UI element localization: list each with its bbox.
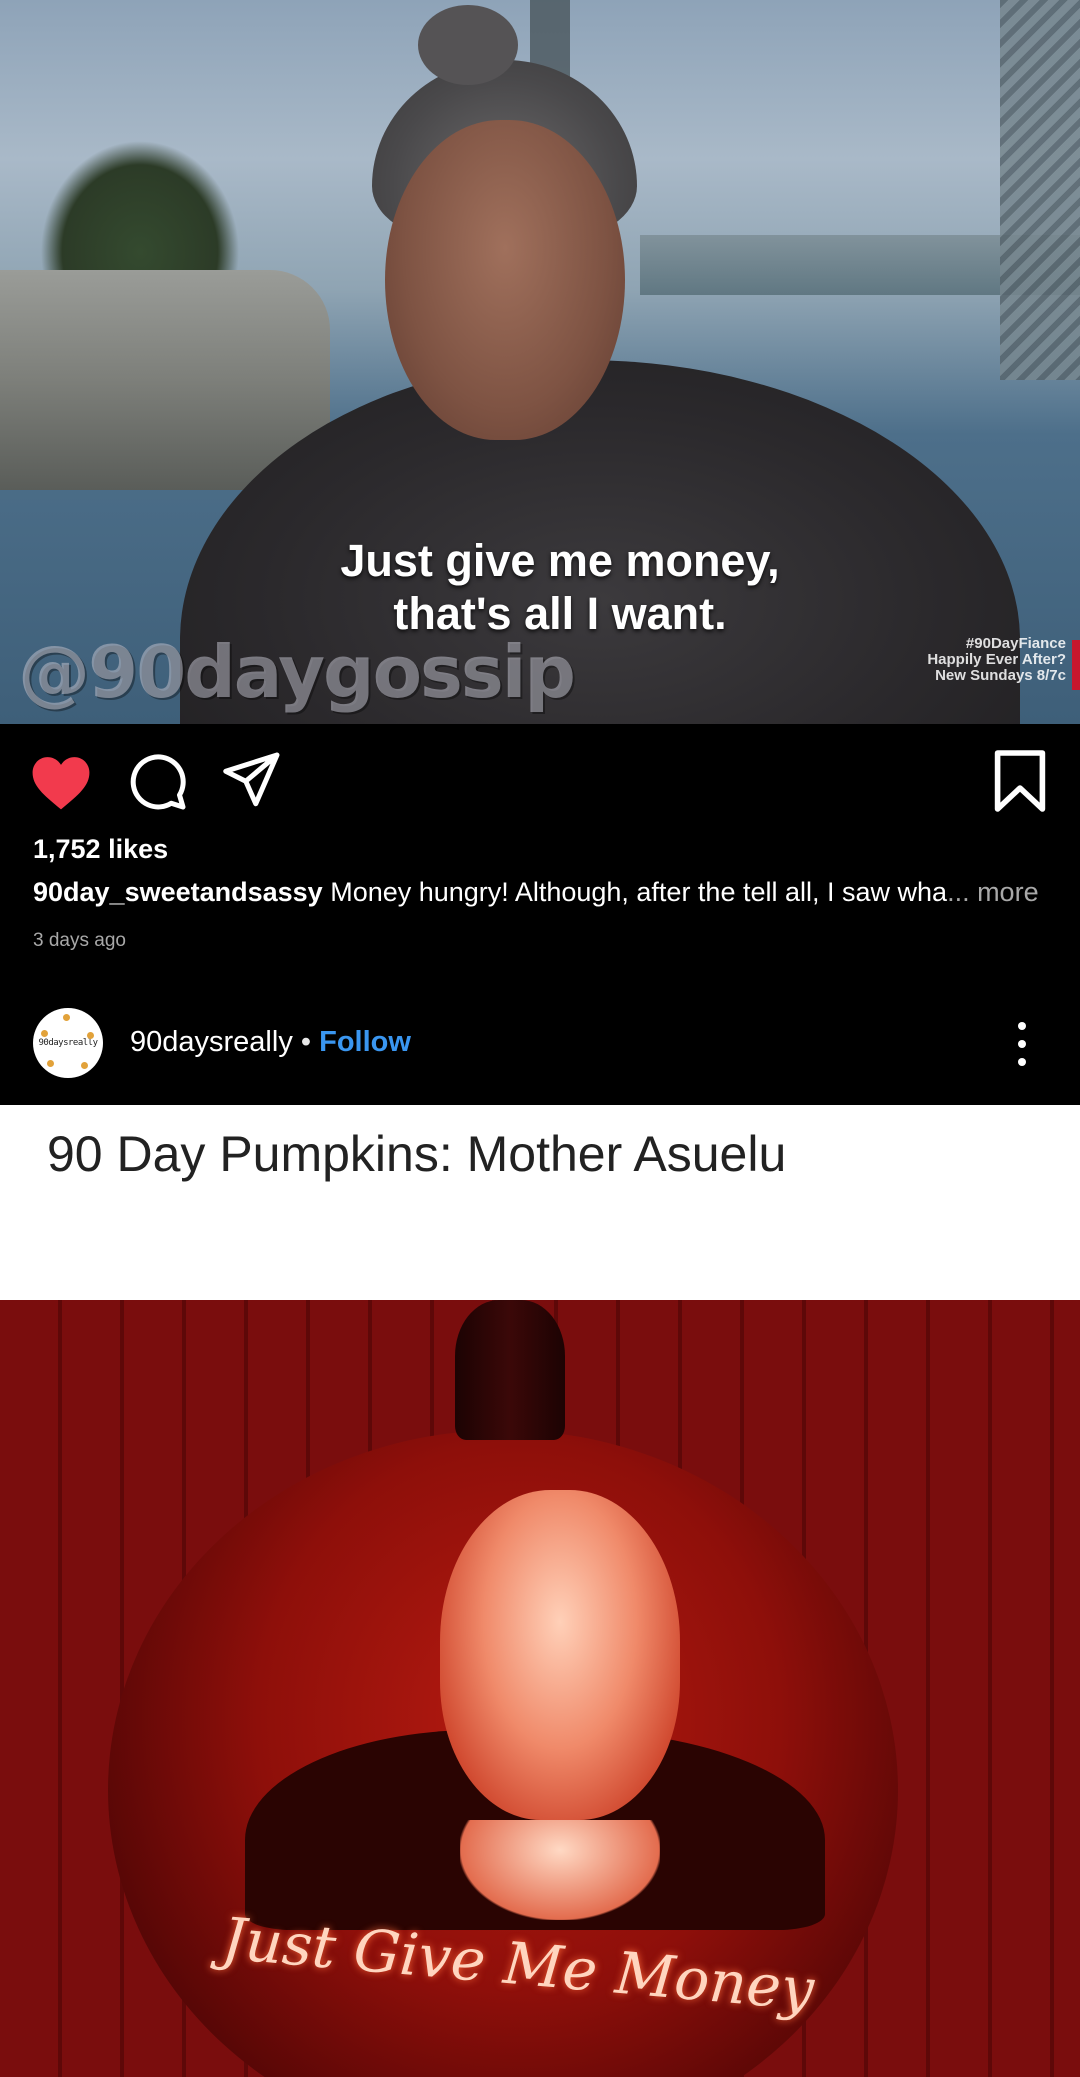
image-subtitle-line-1: Just give me money, <box>340 535 780 586</box>
more-options-icon[interactable] <box>1010 1022 1034 1066</box>
avatar-text: 90daysreally <box>38 1038 98 1048</box>
heart-icon[interactable] <box>30 754 92 812</box>
pumpkin-stem <box>455 1300 565 1440</box>
avatar[interactable]: 90daysreally <box>33 1008 103 1078</box>
separator-dot: • <box>292 1026 320 1058</box>
person-face <box>385 120 625 440</box>
comment-icon[interactable] <box>128 752 188 812</box>
avatar-flower-decoration <box>81 1062 88 1069</box>
likes-count[interactable]: 1,752 likes <box>33 834 168 865</box>
post-author: 90daysreally • Follow <box>130 1026 411 1059</box>
post-header: 90daysreally 90daysreally • Follow <box>0 1000 1080 1105</box>
carving-face <box>440 1490 680 1820</box>
share-icon[interactable] <box>222 752 282 808</box>
post-title: 90 Day Pumpkins: Mother Asuelu <box>47 1126 787 1182</box>
post-timestamp: 3 days ago <box>33 930 126 951</box>
avatar-flower-decoration <box>47 1060 54 1067</box>
network-logo-mark <box>1072 640 1080 690</box>
post-caption: 90day_sweetandsassy Money hungry! Althou… <box>33 877 1063 908</box>
background-bridge-tower <box>1000 0 1080 380</box>
show-tag: #90DayFiance Happily Ever After? New Sun… <box>927 636 1066 684</box>
post-image[interactable]: Just Give Me Money <box>0 1300 1080 2077</box>
avatar-flower-decoration <box>41 1030 48 1037</box>
post-image[interactable]: Just give me money, that's all I want. @… <box>0 0 1080 724</box>
image-subtitle: Just give me money, that's all I want. <box>280 534 840 640</box>
show-tag-line-2: Happily Ever After? <box>927 651 1066 668</box>
person-hair-bun <box>418 5 518 85</box>
avatar-flower-decoration <box>63 1014 70 1021</box>
caption-text: Money hungry! Although, after the tell a… <box>322 877 948 907</box>
carving-collar <box>460 1820 660 1920</box>
avatar-flower-decoration <box>87 1032 94 1039</box>
show-tag-line-3: New Sundays 8/7c <box>935 667 1066 684</box>
post-action-bar <box>0 724 1080 834</box>
bookmark-icon[interactable] <box>992 750 1048 812</box>
follow-button[interactable]: Follow <box>319 1026 411 1058</box>
show-tag-line-1: #90DayFiance <box>965 635 1066 652</box>
post-username[interactable]: 90daysreally <box>130 1026 293 1058</box>
background-trees <box>40 140 240 280</box>
caption-username[interactable]: 90day_sweetandsassy <box>33 877 323 907</box>
post-title-banner: 90 Day Pumpkins: Mother Asuelu <box>0 1105 1080 1300</box>
caption-more-link[interactable]: ... more <box>947 877 1039 907</box>
image-watermark: @90daygossip <box>18 630 576 714</box>
